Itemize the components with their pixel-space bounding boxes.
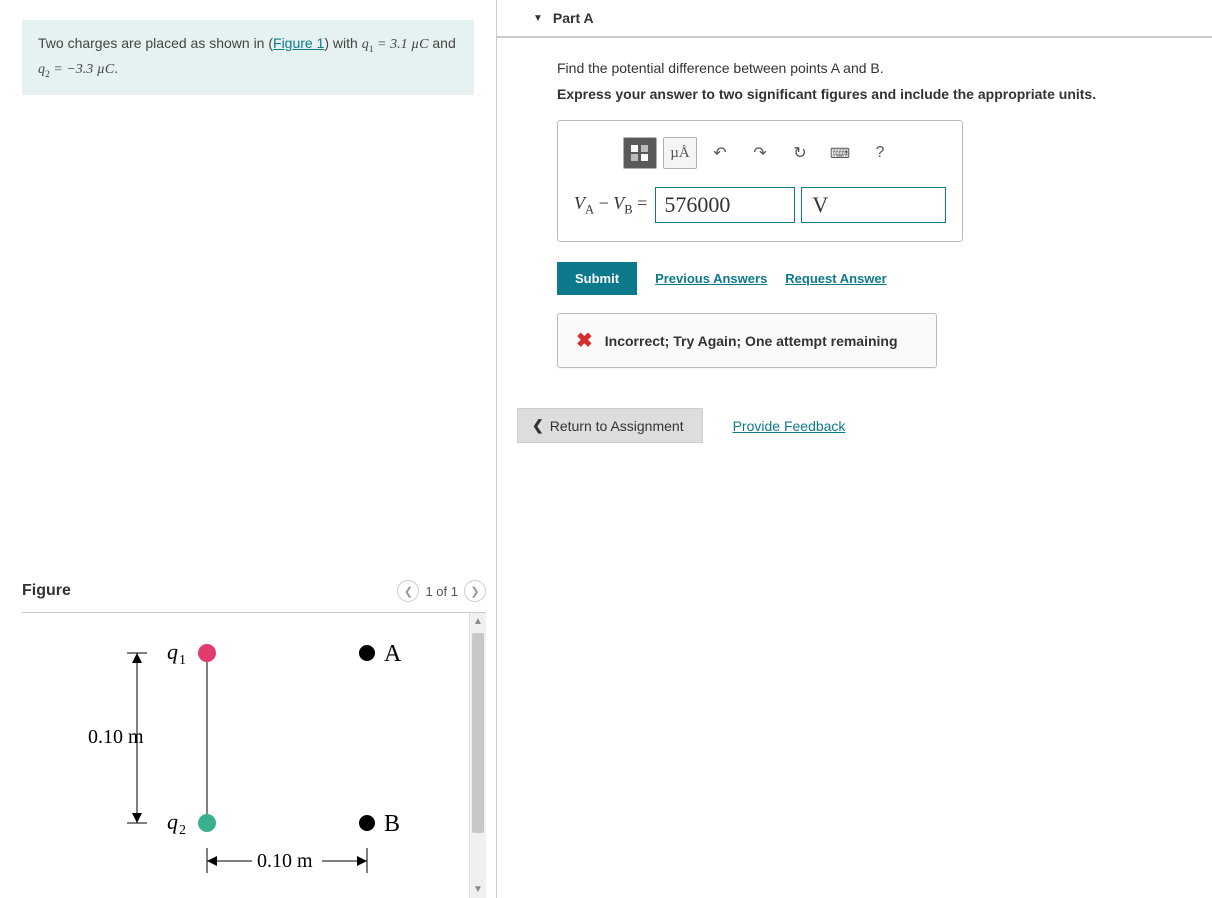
part-body: Find the potential difference between po… [497, 38, 1212, 463]
template-button[interactable] [623, 137, 657, 169]
left-panel: Two charges are placed as shown in (Figu… [0, 0, 497, 898]
units-button[interactable]: µÅ [663, 137, 697, 169]
request-answer-link[interactable]: Request Answer [785, 271, 886, 286]
q2-expression: q2 = −3.3 µC [38, 62, 114, 77]
units-label: µÅ [670, 145, 689, 162]
svg-text:q: q [167, 809, 178, 834]
answer-value-input[interactable] [655, 187, 795, 223]
incorrect-icon: ✖ [576, 328, 593, 353]
chevron-left-icon: ❮ [532, 417, 544, 434]
figure-prev-button[interactable]: ❮ [397, 580, 419, 602]
figure-link[interactable]: Figure 1 [273, 35, 324, 51]
reset-button[interactable]: ↻ [783, 137, 817, 169]
reset-icon: ↻ [793, 143, 806, 163]
figure-heading: Figure [22, 582, 71, 600]
figure-svg: 0.10 m q 1 q 2 A B [22, 613, 469, 898]
caret-down-icon: ▼ [533, 13, 543, 24]
return-button[interactable]: ❮ Return to Assignment [517, 408, 703, 443]
redo-icon: ↷ [753, 143, 766, 163]
instruction-text: Find the potential difference between po… [557, 60, 1172, 76]
keyboard-icon: ⌨ [830, 145, 850, 162]
figure-nav: ❮ 1 of 1 ❯ [397, 580, 486, 602]
problem-text-suffix: . [114, 60, 118, 76]
scroll-thumb[interactable] [472, 633, 484, 833]
svg-text:1: 1 [179, 653, 186, 668]
footer-row: ❮ Return to Assignment Provide Feedback [517, 408, 1172, 443]
svg-text:2: 2 [179, 823, 186, 838]
figure-next-button[interactable]: ❯ [464, 580, 486, 602]
svg-text:B: B [384, 811, 400, 837]
submit-button[interactable]: Submit [557, 262, 637, 295]
feedback-text: Incorrect; Try Again; One attempt remain… [605, 333, 898, 349]
problem-statement: Two charges are placed as shown in (Figu… [22, 20, 474, 95]
part-title: Part A [553, 10, 594, 26]
scroll-down-icon[interactable]: ▼ [470, 881, 486, 898]
figure-body: 0.10 m q 1 q 2 A B [22, 613, 486, 898]
figure-nav-label: 1 of 1 [425, 584, 458, 599]
answer-box: µÅ ↶ ↷ ↻ ⌨ ? VA − VB = [557, 120, 963, 242]
return-label: Return to Assignment [550, 418, 684, 434]
help-icon: ? [876, 144, 885, 162]
scroll-up-icon[interactable]: ▲ [470, 613, 486, 630]
action-row: Submit Previous Answers Request Answer [557, 262, 1172, 295]
figure-section: Figure ❮ 1 of 1 ❯ 0.10 m [22, 574, 486, 898]
feedback-box: ✖ Incorrect; Try Again; One attempt rema… [557, 313, 937, 368]
q1-expression: q1 = 3.1 µC [362, 37, 429, 52]
keyboard-button[interactable]: ⌨ [823, 137, 857, 169]
figure-scrollbar[interactable]: ▲ ▼ [469, 613, 486, 898]
part-a-header[interactable]: ▼ Part A [497, 0, 1212, 38]
answer-toolbar: µÅ ↶ ↷ ↻ ⌨ ? [574, 135, 946, 171]
redo-button[interactable]: ↷ [743, 137, 777, 169]
problem-text-middle: ) with [324, 35, 361, 51]
answer-unit-input[interactable] [801, 187, 946, 223]
answer-row: VA − VB = [574, 187, 946, 223]
figure-header: Figure ❮ 1 of 1 ❯ [22, 574, 486, 613]
instruction-bold: Express your answer to two significant f… [557, 86, 1172, 102]
undo-icon: ↶ [713, 143, 726, 163]
help-button[interactable]: ? [863, 137, 897, 169]
answer-lhs: VA − VB = [574, 193, 655, 218]
problem-text-and: and [429, 35, 456, 51]
undo-button[interactable]: ↶ [703, 137, 737, 169]
right-panel: ▼ Part A Find the potential difference b… [497, 0, 1212, 898]
previous-answers-link[interactable]: Previous Answers [655, 271, 767, 286]
svg-text:0.10 m: 0.10 m [88, 726, 144, 748]
provide-feedback-link[interactable]: Provide Feedback [733, 418, 846, 434]
template-icon [630, 144, 650, 162]
svg-text:q: q [167, 639, 178, 664]
problem-text-prefix: Two charges are placed as shown in ( [38, 35, 273, 51]
svg-text:A: A [384, 641, 402, 667]
svg-text:0.10 m: 0.10 m [257, 850, 313, 872]
